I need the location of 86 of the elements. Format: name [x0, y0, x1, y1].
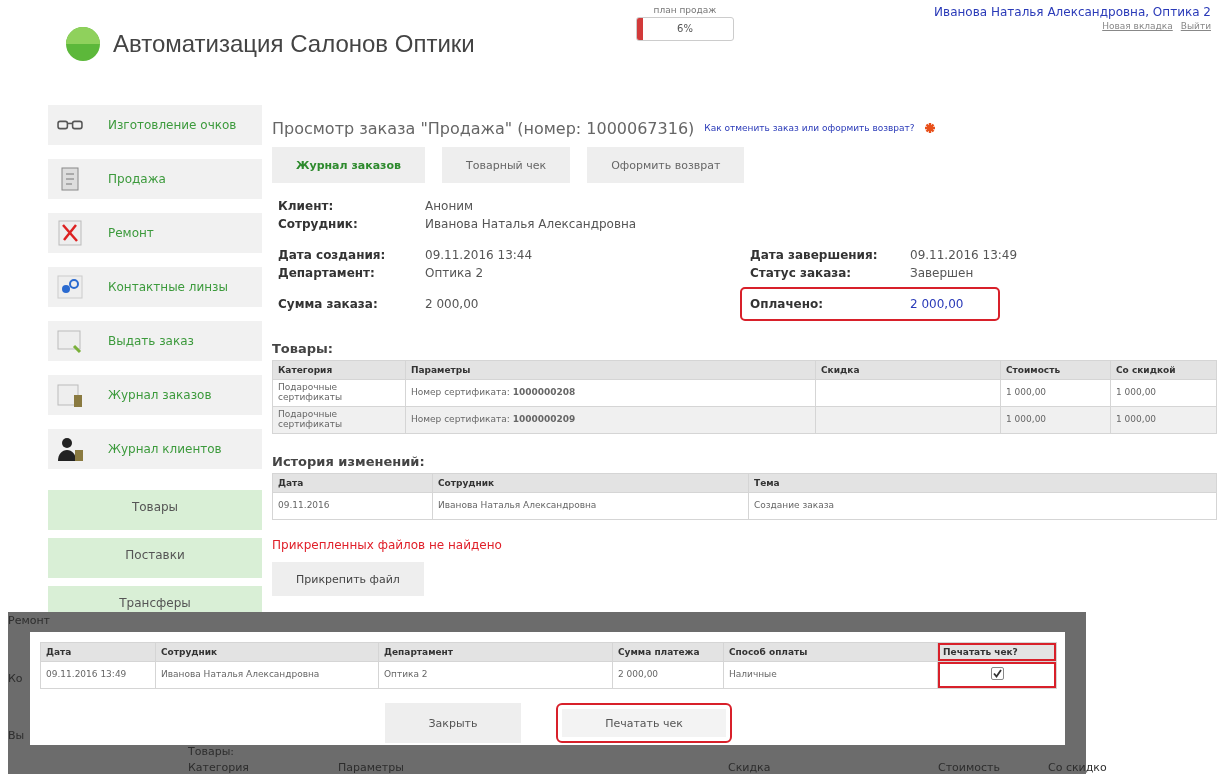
- sidebar-item[interactable]: Журнал клиентов: [48, 429, 262, 469]
- background-text: Скидка: [728, 761, 771, 774]
- table-cell: 1 000,00: [1110, 379, 1217, 407]
- header-link[interactable]: Новая вкладка: [1102, 21, 1173, 31]
- field-label: Клиент:: [278, 198, 335, 215]
- dialog-button[interactable]: Печатать чек: [556, 703, 732, 743]
- table-cell: Подарочные сертификаты: [272, 406, 406, 434]
- table-cell: Создание заказа: [748, 492, 1217, 520]
- order-title: Просмотр заказа "Продажа" (номер: 1000067316): [272, 118, 695, 138]
- background-text: Ремонт: [8, 614, 51, 627]
- background-text: Категория: [188, 761, 249, 774]
- sidebar-item[interactable]: Поставки: [48, 538, 262, 578]
- field-label: Департамент:: [278, 265, 376, 282]
- field-label: Оплачено:: [750, 296, 825, 313]
- column-header: Со скидкой: [1110, 360, 1217, 380]
- table-cell: 1 000,00: [1110, 406, 1217, 434]
- attach-file-button[interactable]: Прикрепить файл: [272, 562, 424, 596]
- sidebar-item[interactable]: Изготовление очков: [48, 105, 262, 145]
- table-cell: 1 000,00: [1000, 379, 1111, 407]
- field-value: Завершен: [910, 265, 974, 282]
- column-header: Сотрудник: [432, 473, 749, 493]
- field-value: Оптика 2: [425, 265, 484, 282]
- column-header: Печатать чек?: [937, 642, 1057, 662]
- sidebar-item[interactable]: Контактные линзы: [48, 267, 262, 307]
- help-link[interactable]: Как отменить заказ или оформить возврат?: [704, 123, 915, 133]
- table-cell: Подарочные сертификаты: [272, 379, 406, 407]
- sidebar-item[interactable]: Ремонт: [48, 213, 262, 253]
- contact-lenses-icon: [54, 272, 86, 302]
- logo-icon: [65, 26, 101, 62]
- field-value: Иванова Наталья Александровна: [425, 216, 637, 233]
- column-header: Стоимость: [1000, 360, 1111, 380]
- section-title: История изменений:: [272, 454, 426, 469]
- field-label: Дата создания:: [278, 247, 387, 264]
- section-title: Товары:: [272, 341, 335, 356]
- table-cell: Наличные: [723, 661, 938, 689]
- sales-plan-reading: 6%: [676, 23, 694, 34]
- tab[interactable]: Товарный чек: [442, 147, 571, 183]
- field-value: 09.11.2016 13:49: [910, 247, 1018, 264]
- no-files-message: Прикрепленных файлов не найдено: [272, 538, 503, 552]
- column-header: Категория: [272, 360, 406, 380]
- column-header: Способ оплаты: [723, 642, 938, 662]
- field-value: 09.11.2016 13:44: [425, 247, 533, 264]
- tab[interactable]: Оформить возврат: [587, 147, 745, 183]
- app-title: Автоматизация Салонов Оптики: [113, 30, 475, 58]
- column-header: Сотрудник: [155, 642, 379, 662]
- background-text: Параметры: [338, 761, 404, 774]
- field-label: Статус заказа:: [750, 265, 853, 282]
- help-icon: [924, 123, 935, 133]
- user-name: Иванова Наталья Александровна, Оптика 2: [934, 5, 1211, 19]
- table-cell: Номер сертификата: 1000000209: [405, 406, 816, 434]
- field-label: Сотрудник:: [278, 216, 359, 233]
- column-header: Департамент: [378, 642, 613, 662]
- column-header: Скидка: [815, 360, 1001, 380]
- column-header: Параметры: [405, 360, 816, 380]
- sidebar-item[interactable]: Журнал заказов: [48, 375, 262, 415]
- table-cell: 2 000,00: [612, 661, 724, 689]
- field-label: Дата завершения:: [750, 247, 879, 264]
- print-receipt-checkbox[interactable]: [990, 667, 1004, 681]
- field-value: 2 000,00: [910, 296, 964, 313]
- field-value: 2 000,00: [425, 296, 479, 313]
- table-cell: Иванова Наталья Александровна: [432, 492, 749, 520]
- column-header: Тема: [748, 473, 1217, 493]
- table-cell: Иванова Наталья Александровна: [155, 661, 379, 689]
- field-label: Сумма заказа:: [278, 296, 379, 313]
- header-link[interactable]: Выйти: [1180, 21, 1211, 31]
- background-text: Товары:: [188, 745, 235, 758]
- sidebar-item[interactable]: Выдать заказ: [48, 321, 262, 361]
- background-text: Ко: [8, 672, 23, 685]
- column-header: Сумма платежа: [612, 642, 724, 662]
- background-text: Вы: [8, 729, 25, 742]
- table-cell: Номер сертификата: 1000000208: [405, 379, 816, 407]
- tab[interactable]: Журнал заказов: [272, 147, 426, 183]
- background-text: Стоимость: [938, 761, 1000, 774]
- sidebar-item[interactable]: Товары: [48, 490, 262, 530]
- background-text: Со скидко: [1048, 761, 1107, 774]
- column-header: Дата: [40, 642, 156, 662]
- table-cell: Оптика 2: [378, 661, 613, 689]
- glasses-icon: [57, 120, 83, 130]
- field-value: Аноним: [425, 198, 474, 215]
- column-header: Дата: [272, 473, 433, 493]
- table-cell: 09.11.2016: [272, 492, 433, 520]
- sidebar-item[interactable]: Продажа: [48, 159, 262, 199]
- sales-plan-label: план продаж: [653, 5, 717, 15]
- table-cell: 1 000,00: [1000, 406, 1111, 434]
- dialog-button[interactable]: Закрыть: [385, 703, 521, 743]
- table-cell: 09.11.2016 13:49: [40, 661, 156, 689]
